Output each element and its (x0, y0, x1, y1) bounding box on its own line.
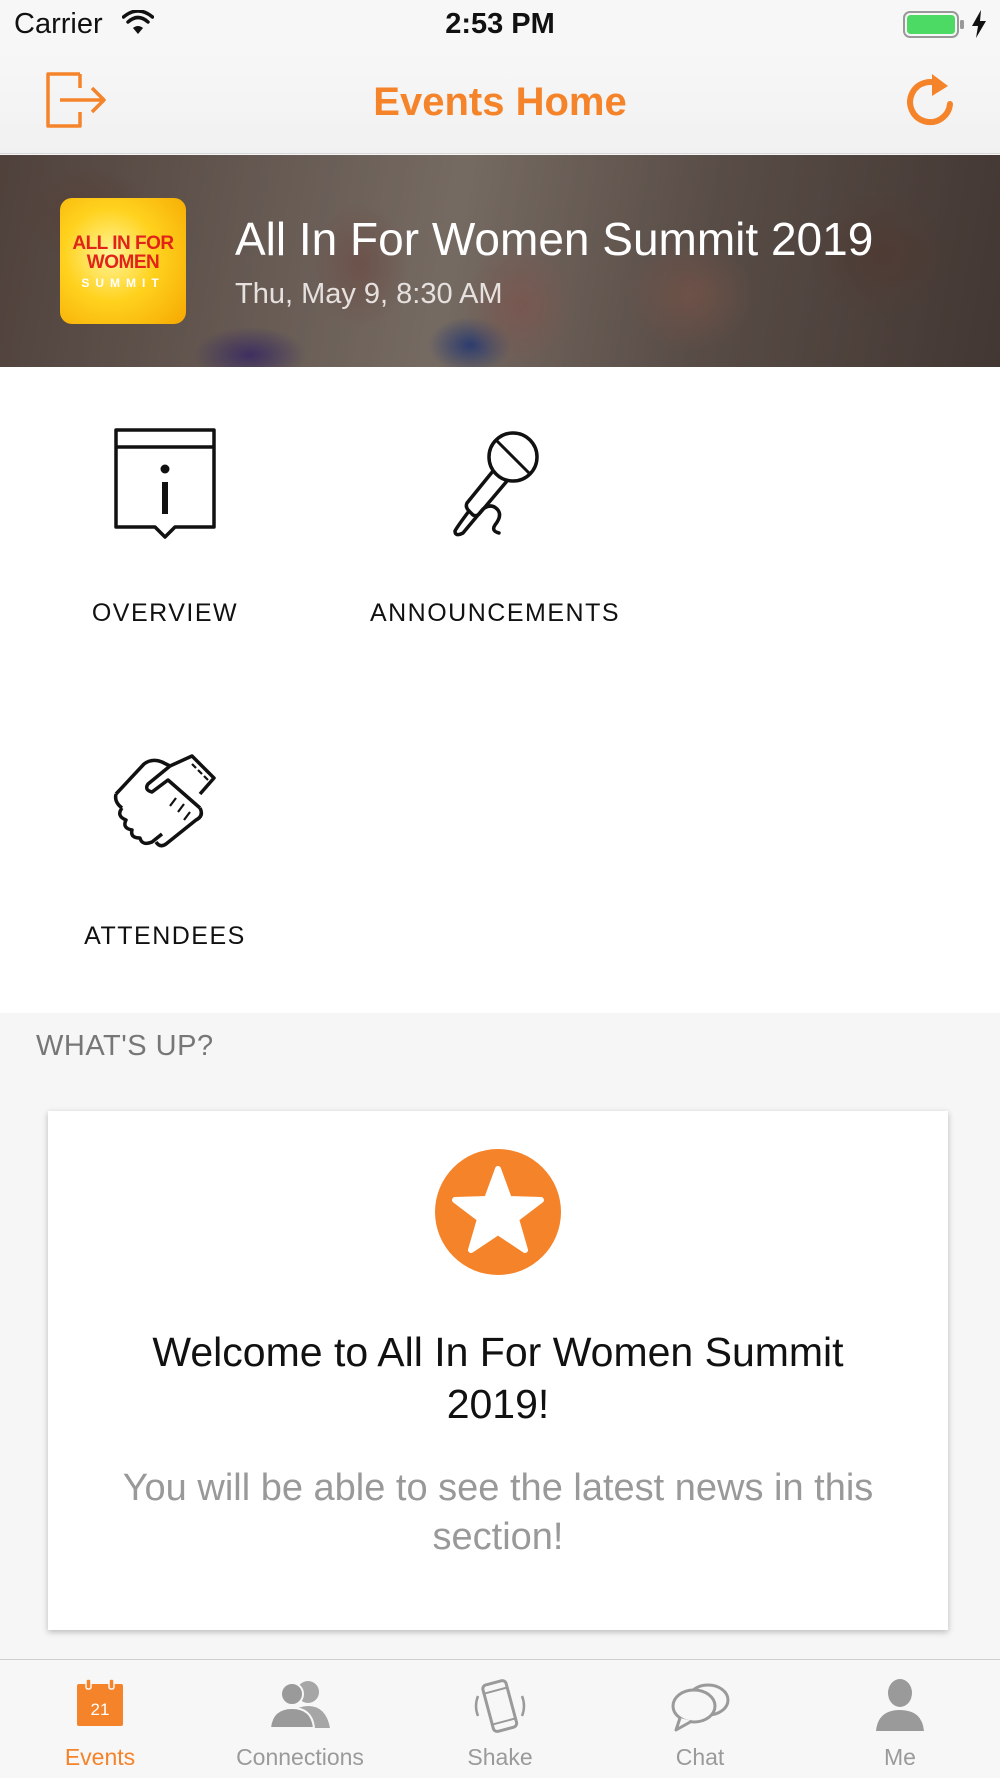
charging-bolt-icon (972, 10, 986, 38)
news-card[interactable]: Welcome to All In For Women Summit 2019!… (48, 1111, 948, 1630)
card-body: You will be able to see the latest news … (122, 1467, 874, 1558)
feature-tiles: OVERVIEW ANNOUNCEMENTS ATTENDEES (0, 367, 1000, 1013)
tab-events[interactable]: 21 Events (0, 1660, 200, 1778)
tab-bar: 21 Events Connections Shake Chat Me (0, 1659, 1000, 1778)
tab-shake-label: Shake (467, 1744, 533, 1770)
tab-chat[interactable]: Chat (600, 1660, 800, 1778)
card-title: Welcome to All In For Women Summit 2019! (152, 1329, 844, 1427)
tile-attendees[interactable]: ATTENDEES (15, 690, 315, 950)
whats-up-heading: WHAT'S UP? (36, 1030, 214, 1062)
tab-me-label: Me (884, 1744, 916, 1770)
tab-chat-label: Chat (675, 1744, 725, 1770)
page-title: Events Home (373, 80, 627, 124)
tile-attendees-label: ATTENDEES (84, 922, 246, 950)
event-logo-text-1: ALL IN FOR (72, 233, 174, 254)
event-banner[interactable]: ALL IN FOR WOMEN SUMMIT All In For Women… (0, 155, 1000, 367)
people-icon (268, 1681, 330, 1729)
event-datetime: Thu, May 9, 8:30 AM (235, 278, 503, 310)
event-logo-text-2: WOMEN (86, 252, 160, 273)
tile-announcements-label: ANNOUNCEMENTS (369, 599, 621, 627)
calendar-day: 21 (91, 1700, 110, 1719)
tile-overview[interactable]: OVERVIEW (15, 367, 315, 627)
star-icon (435, 1149, 561, 1275)
tab-connections[interactable]: Connections (200, 1660, 400, 1778)
chat-icon (671, 1683, 730, 1732)
nav-bar: Events Home (0, 50, 1000, 154)
phone-shake-icon (474, 1679, 526, 1733)
tab-me[interactable]: Me (800, 1660, 1000, 1778)
tab-shake[interactable]: Shake (400, 1660, 600, 1778)
status-time: 2:53 PM (445, 8, 555, 40)
info-icon (114, 428, 216, 539)
calendar-icon: 21 (77, 1678, 123, 1726)
person-icon (876, 1679, 924, 1731)
refresh-icon[interactable] (902, 70, 958, 130)
event-logo-text-3: SUMMIT (81, 276, 165, 290)
status-bar: Carrier 2:53 PM (0, 0, 1000, 50)
microphone-icon (453, 431, 539, 537)
tile-announcements[interactable]: ANNOUNCEMENTS (345, 367, 645, 627)
tab-connections-label: Connections (236, 1744, 364, 1770)
battery-icon (903, 11, 964, 38)
event-logo: ALL IN FOR WOMEN SUMMIT (60, 198, 186, 324)
tab-events-label: Events (64, 1744, 136, 1770)
tile-overview-label: OVERVIEW (91, 599, 239, 627)
event-title: All In For Women Summit 2019 (235, 213, 874, 265)
handshake-icon (113, 754, 216, 848)
